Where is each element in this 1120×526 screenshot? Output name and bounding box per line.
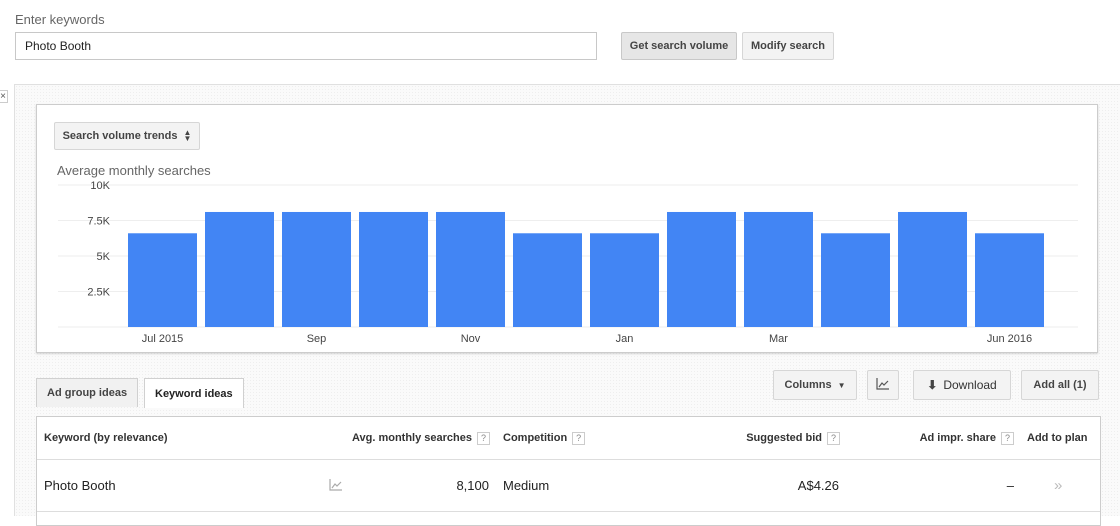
bar-chart: 10K 7.5K 5K 2.5K Jul 2015 Sep Nov Jan Mar Jun 201… [58, 180, 1078, 345]
x-tick-label: Nov [461, 333, 481, 345]
y-tick-label: 10K [90, 180, 110, 192]
help-icon[interactable]: ? [827, 431, 840, 445]
cell-suggested-bid: A$4.26 [797, 477, 839, 493]
line-chart-icon [876, 377, 890, 393]
bar-jun-2016 [975, 233, 1044, 327]
x-tick-label: Jun 2016 [987, 333, 1032, 345]
header-avg-monthly-searches[interactable]: Avg. monthly searches? [352, 417, 490, 459]
y-tick-label: 5K [97, 251, 111, 263]
help-icon[interactable]: ? [1001, 431, 1014, 445]
header-competition[interactable]: Competition? [503, 417, 586, 459]
cell-keyword: Photo Booth [44, 477, 116, 493]
header-label: Suggested bid [746, 432, 822, 444]
bar-oct [359, 211, 428, 327]
x-tick-label: Mar [769, 333, 788, 345]
columns-label: Columns [784, 379, 832, 391]
caret-down-icon: ▼ [837, 380, 846, 390]
header-add-to-plan: Add to plan [1027, 432, 1088, 444]
header-label: Keyword (by relevance) [44, 432, 168, 444]
keywords-input[interactable] [15, 32, 597, 60]
bar-jul-2015 [128, 233, 197, 327]
download-button[interactable]: ⬇ Download [913, 370, 1011, 400]
bar-dec [513, 233, 582, 327]
columns-button[interactable]: Columns ▼ [773, 370, 857, 400]
bar-aug [205, 211, 274, 327]
keyword-table: Keyword (by relevance) Avg. monthly sear… [36, 416, 1101, 526]
add-to-plan-button[interactable]: » [1054, 459, 1062, 511]
y-tick-label: 7.5K [87, 216, 110, 228]
get-search-volume-button[interactable]: Get search volume [621, 32, 737, 60]
cell-ad-impr-share: – [1006, 477, 1014, 493]
y-tick-label: 2.5K [87, 287, 110, 299]
header-label: Ad impr. share [919, 432, 996, 444]
cell-competition: Medium [503, 477, 550, 493]
header-keyword[interactable]: Keyword (by relevance) [44, 417, 168, 459]
x-tick-label: Sep [307, 333, 327, 345]
bar-feb [667, 211, 736, 327]
bar-sep [282, 211, 351, 327]
help-icon[interactable]: ? [572, 431, 586, 445]
keywords-label: Enter keywords [15, 12, 105, 27]
modify-search-button[interactable]: Modify search [742, 32, 834, 60]
header-suggested-bid[interactable]: Suggested bid? [746, 417, 840, 459]
tab-keyword-ideas[interactable]: Keyword ideas [144, 378, 244, 408]
cell-avg-monthly-searches: 8,100 [456, 477, 489, 493]
bar-jan [590, 233, 659, 327]
add-all-button[interactable]: Add all (1) [1021, 370, 1099, 400]
tab-ad-group-ideas[interactable]: Ad group ideas [36, 378, 139, 407]
bar-apr [821, 233, 890, 327]
x-tick-label: Jul 2015 [142, 333, 184, 345]
header-label: Avg. monthly searches [351, 432, 472, 444]
header-ad-impr-share[interactable]: Ad impr. share? [920, 417, 1014, 459]
download-label: Download [943, 378, 997, 392]
download-icon: ⬇ [927, 378, 938, 392]
chart-toggle-button[interactable] [867, 370, 899, 400]
chart-panel: Search volume trends ▲ ▼ Average monthly … [36, 104, 1098, 353]
line-chart-icon[interactable] [329, 459, 343, 511]
bar-mar [744, 211, 813, 327]
close-icon[interactable]: × [0, 90, 8, 103]
bar-may [898, 211, 967, 327]
header-label: Competition [503, 432, 568, 444]
bar-nov [436, 211, 505, 327]
help-icon[interactable]: ? [477, 431, 490, 445]
x-tick-label: Jan [616, 333, 634, 345]
